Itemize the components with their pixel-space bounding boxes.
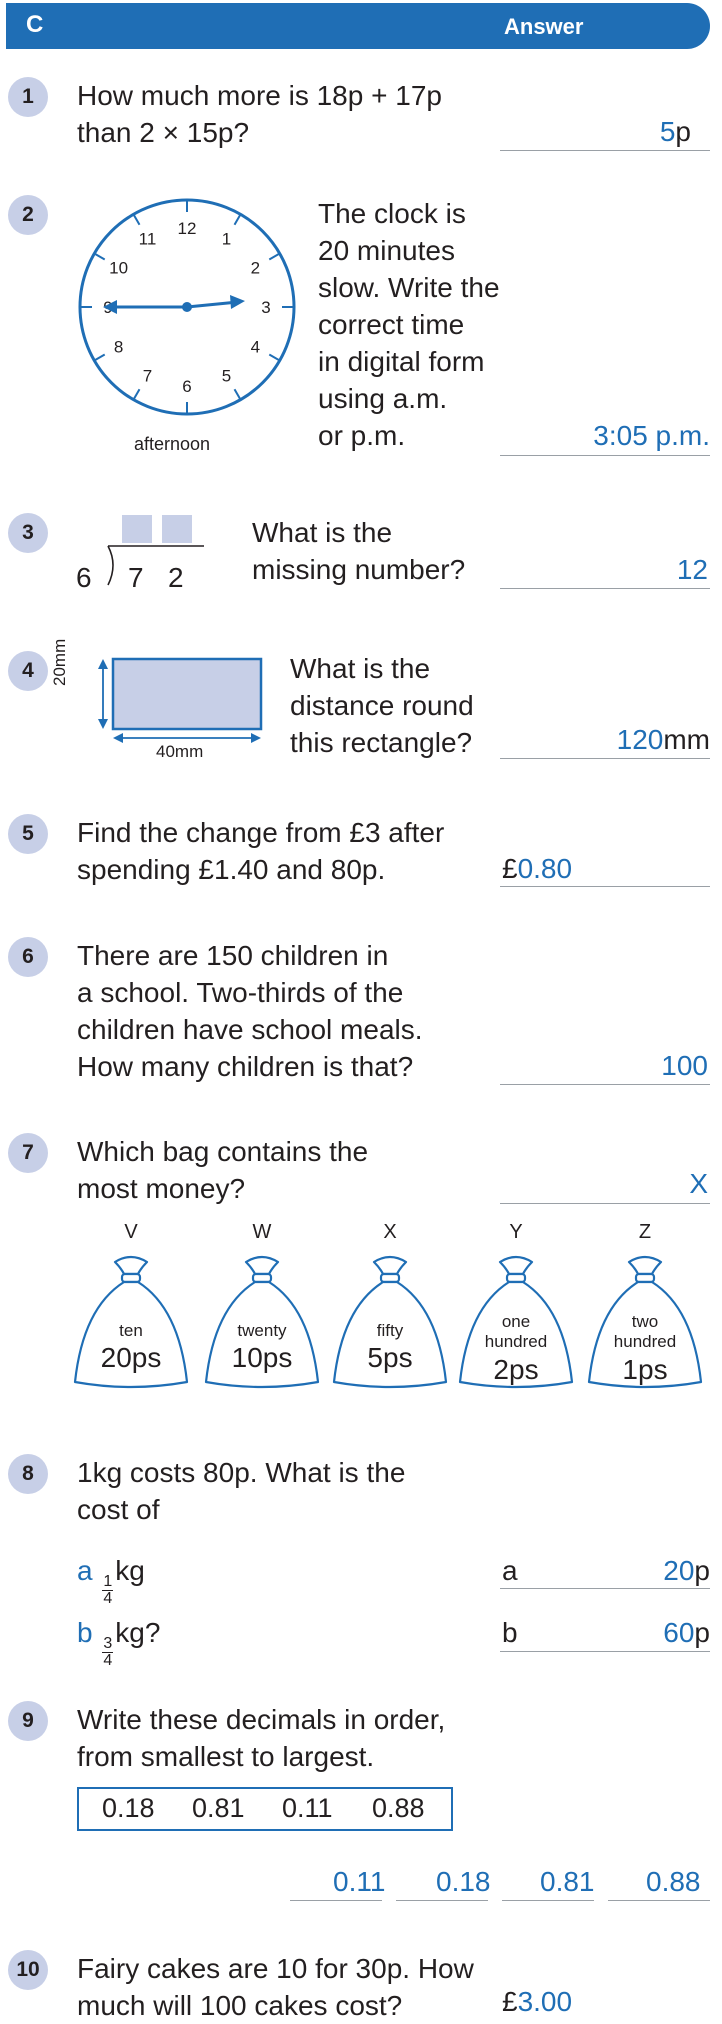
- bag-coin-type: 20ps: [100, 1342, 162, 1373]
- answer-value: 100: [661, 1050, 708, 1081]
- decimals-box: 0.18 0.81 0.11 0.88: [77, 1787, 453, 1831]
- answer-value: 60p: [663, 1617, 710, 1648]
- answer-line: [608, 1900, 710, 1901]
- bag-coin-type: 1ps: [622, 1354, 668, 1385]
- answer-column-label: Answer: [504, 14, 584, 39]
- answer-value: 3:05 p.m.: [593, 420, 710, 451]
- answer-line: [396, 1900, 488, 1901]
- section-header: C Answer: [6, 3, 710, 49]
- bag-letter: W: [252, 1221, 272, 1243]
- answer-value: 0.88: [646, 1866, 701, 1897]
- question-number: 7: [8, 1133, 48, 1173]
- dividend-digit: 7: [128, 562, 144, 593]
- question-number: 3: [8, 513, 48, 553]
- question-text: Fairy cakes are 10 for 30p. How much will…: [77, 1953, 474, 2021]
- clock-number: 12: [178, 219, 197, 238]
- bag-coin-type: 10ps: [231, 1342, 293, 1373]
- question-text: What is the distance round this rectangle?: [290, 653, 474, 758]
- question-number: 8: [8, 1454, 48, 1494]
- answer-value: 120mm: [616, 724, 710, 755]
- question-number: 4: [8, 651, 48, 691]
- missing-digit-box: [122, 515, 152, 543]
- answer-line: [502, 1900, 594, 1901]
- question-number: 10: [8, 1950, 48, 1990]
- bag-letter: V: [124, 1221, 138, 1243]
- question-text: How much more is 18p + 17p than 2 × 15p?: [77, 80, 442, 148]
- clock-number: 11: [139, 230, 157, 249]
- bag-letter: Y: [509, 1221, 523, 1243]
- answer-line: [500, 150, 710, 151]
- question-number: 1: [8, 77, 48, 117]
- question-number: 5: [8, 814, 48, 854]
- question-number: 2: [8, 195, 48, 235]
- division-bracket: [107, 545, 204, 586]
- question-text: 1kg costs 80p. What is the cost of: [77, 1457, 406, 1525]
- clock-caption: afternoon: [134, 434, 211, 454]
- answer-line: [290, 1900, 382, 1901]
- clock-number: 5: [222, 366, 231, 385]
- answer-line: [500, 1203, 710, 1204]
- answer-value: 0.11: [333, 1866, 386, 1897]
- answer-value: £0.80: [502, 853, 573, 884]
- bag-coin-type: 5ps: [367, 1342, 413, 1373]
- bag-count-word: twenty: [237, 1321, 287, 1340]
- part-b-label: b: [502, 1617, 518, 1648]
- answer-value: 12: [676, 554, 708, 585]
- bag-count-word: ten: [119, 1321, 143, 1340]
- question-number: 9: [8, 1701, 48, 1741]
- answer-line: [500, 1588, 710, 1589]
- divisor: 6: [76, 562, 92, 593]
- answer-line: [500, 1084, 710, 1085]
- answer-line: [500, 1651, 710, 1652]
- answer-line: [500, 758, 710, 759]
- clock-number: 10: [109, 259, 128, 278]
- clock-number: 2: [251, 259, 260, 278]
- question-number: 6: [8, 937, 48, 977]
- section-letter: C: [26, 11, 44, 38]
- width-label: 40mm: [156, 742, 204, 761]
- bag-letter: Z: [638, 1221, 652, 1243]
- answer-value: 20p: [663, 1555, 710, 1586]
- bag-count-word: hundred: [484, 1332, 548, 1351]
- answer-value: 0.18: [436, 1866, 491, 1897]
- decimal-value: 0.81: [192, 1793, 245, 1823]
- missing-digit-box: [162, 515, 192, 543]
- answer-value: X: [689, 1168, 708, 1199]
- question-text: The clock is 20 minutes slow. Write the co…: [318, 198, 500, 451]
- decimal-value: 0.11: [282, 1793, 333, 1823]
- question-text: What is the missing number?: [252, 517, 466, 585]
- clock-number: 7: [143, 366, 152, 385]
- bag-count-word: two: [631, 1312, 659, 1331]
- bag-count-word: one: [501, 1312, 531, 1331]
- clock-number: 6: [182, 377, 191, 396]
- bag-count-word: hundred: [613, 1332, 677, 1351]
- answer-line: [500, 455, 710, 456]
- clock-number: 1: [222, 230, 231, 249]
- bag-coin-type: 2ps: [493, 1354, 539, 1385]
- part-a-label: a: [502, 1555, 518, 1586]
- dividend-digit: 2: [168, 562, 184, 593]
- answer-value: 5p: [659, 116, 691, 147]
- question-text: Find the change from £3 after spending £1…: [77, 817, 445, 885]
- question-text: Which bag contains the most money?: [77, 1136, 369, 1204]
- question-text: Write these decimals in order, from small…: [77, 1704, 446, 1772]
- clock-number: 8: [114, 338, 123, 357]
- answer-value: 0.81: [540, 1866, 595, 1897]
- part-b-question: b 3 4 kg?: [77, 1617, 161, 1669]
- answer-value: £3.00: [502, 1986, 573, 2017]
- answer-line: [500, 588, 710, 589]
- clock-number: 3: [261, 298, 270, 317]
- answer-line: [500, 886, 710, 887]
- part-a-question: a 1 4 kg: [77, 1555, 145, 1607]
- height-label: 20mm: [50, 638, 69, 686]
- bag-count-word: fifty: [376, 1321, 404, 1340]
- question-text: There are 150 children in a school. Two-t…: [77, 940, 423, 1082]
- decimal-value: 0.18: [102, 1793, 155, 1823]
- clock-face: 121234567891011: [78, 198, 296, 416]
- clock-number: 4: [251, 338, 260, 357]
- decimal-value: 0.88: [372, 1793, 425, 1823]
- bag-letter: X: [383, 1221, 397, 1243]
